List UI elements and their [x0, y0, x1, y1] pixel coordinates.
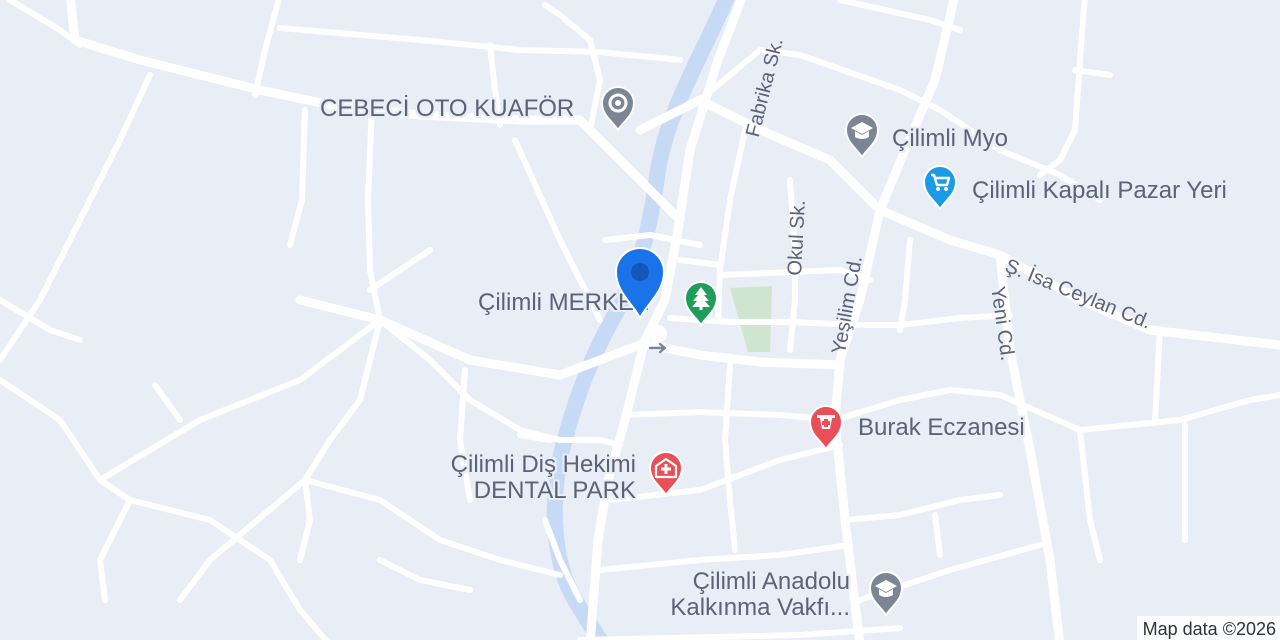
pharmacy-icon[interactable]: [808, 404, 844, 451]
poi-label-dis-line2: DENTAL PARK: [473, 477, 636, 504]
school-icon-vakif[interactable]: [868, 570, 904, 617]
poi-label-dis-hekimi[interactable]: Çilimli Diş Hekimi DENTAL PARK: [451, 452, 636, 504]
poi-label-myo[interactable]: Çilimli Myo: [892, 126, 1008, 152]
poi-label-cebeci[interactable]: CEBECİ OTO KUAFÖR: [320, 96, 574, 122]
poi-label-dis-line1: Çilimli Diş Hekimi: [450, 451, 636, 478]
map-attribution[interactable]: Map data ©2026: [1136, 616, 1280, 640]
poi-label-pazar[interactable]: Çilimli Kapalı Pazar Yeri: [972, 178, 1227, 204]
park-tree-icon[interactable]: [683, 280, 719, 327]
school-icon[interactable]: [844, 112, 880, 159]
location-marker-icon[interactable]: [613, 246, 667, 321]
map-canvas[interactable]: Fabrika Sk. Okul Sk. Yeşilim Cd. Yeni Cd…: [0, 0, 1280, 640]
poi-label-vakif-line1: Çilimli Anadolu: [692, 568, 850, 595]
shopping-cart-icon[interactable]: [922, 164, 958, 211]
place-pin-icon[interactable]: [600, 85, 636, 132]
direction-arrow-icon: [646, 322, 674, 356]
hospital-icon[interactable]: [648, 450, 684, 497]
poi-label-vakif[interactable]: Çilimli Anadolu Kalkınma Vakfı...: [670, 569, 850, 621]
street-label-okul: Okul Sk.: [784, 199, 810, 277]
poi-label-vakif-line2: Kalkınma Vakfı...: [670, 594, 850, 621]
poi-label-eczane[interactable]: Burak Eczanesi: [858, 415, 1025, 441]
